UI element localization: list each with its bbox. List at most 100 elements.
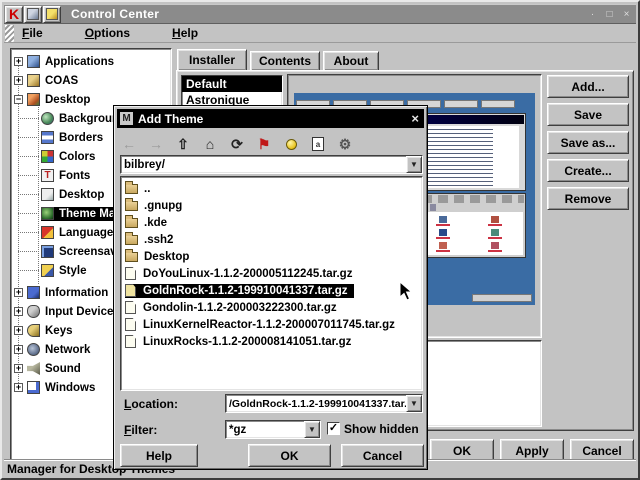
save-as-button[interactable]: Save as... [547,131,629,154]
expand-icon[interactable]: + [14,364,23,373]
keys-icon [27,324,40,337]
expand-icon[interactable]: + [14,345,23,354]
location-combobox[interactable]: /GoldnRock-1.1.2-199910041337.tar.gz ▼ [225,394,423,413]
network-icon [27,343,40,356]
show-hidden-label[interactable]: Show hidden [344,422,419,436]
location-label: Location: [124,397,178,411]
tree-item-applications[interactable]: + Applications [11,52,171,71]
filter-value[interactable]: *gz [226,423,304,437]
sticky-button[interactable] [24,6,42,23]
file-row[interactable]: Desktop [121,248,422,265]
folder-icon [125,235,138,245]
file-row-selected[interactable]: GoldnRock-1.1.2-199910041337.tar.gz [121,282,422,299]
minimize-button[interactable]: · [585,7,600,22]
desktop-icon [27,93,40,106]
dropdown-icon[interactable]: ▼ [304,421,320,438]
borders-icon [41,131,54,144]
file-row[interactable]: DoYouLinux-1.1.2-200005112245.tar.gz [121,265,422,282]
expand-icon[interactable]: + [14,307,23,316]
up-icon[interactable]: ⇧ [174,135,192,153]
theme-list-item[interactable]: Default [182,76,282,92]
file-row[interactable]: Gondolin-1.1.2-200003222300.tar.gz [121,299,422,316]
path-combobox[interactable]: bilbrey/ ▼ [120,155,423,174]
path-value[interactable]: bilbrey/ [121,158,406,172]
coas-icon [27,74,40,87]
menubar-drag-handle[interactable] [5,25,14,42]
tab-contents[interactable]: Contents [250,51,320,70]
windows-icon [27,381,40,394]
filter-combobox[interactable]: *gz ▼ [225,420,321,439]
filter-label: Filter: [124,423,157,437]
input-devices-icon [27,305,40,318]
gear-icon[interactable]: ⚙ [336,135,354,153]
app-icon-button[interactable] [43,6,61,23]
expand-icon[interactable]: + [14,288,23,297]
file-icon [125,318,136,331]
dialog-cancel-button[interactable]: Cancel [341,444,424,467]
close-button[interactable]: × [619,7,634,22]
expand-icon[interactable]: + [14,326,23,335]
home-icon[interactable]: ⌂ [201,135,219,153]
dialog-help-button[interactable]: Help [120,444,198,467]
expand-icon[interactable]: + [14,383,23,392]
expand-icon[interactable]: + [14,57,23,66]
file-row[interactable]: .ssh2 [121,231,422,248]
dialog-titlebar[interactable]: M Add Theme × [117,109,424,128]
add-button[interactable]: Add... [547,75,629,98]
control-center-window: K Control Center · □ × File Options Help… [0,0,640,480]
applications-icon [27,55,40,68]
dropdown-icon[interactable]: ▼ [406,156,422,173]
folder-icon [125,184,138,194]
file-icon [125,267,136,280]
k-menu-button[interactable]: K [5,6,23,23]
save-button[interactable]: Save [547,103,629,126]
menu-help[interactable]: Help [164,24,206,42]
back-icon[interactable]: ← [120,135,138,153]
theme-manager-icon [41,207,54,220]
file-icon [125,284,136,297]
lightbulb-icon[interactable] [282,135,300,153]
file-row[interactable]: LinuxKernelReactor-1.1.2-200007011745.ta… [121,316,422,333]
show-hidden-checkbox[interactable]: ✓ [327,422,340,435]
tab-about[interactable]: About [323,51,379,70]
window-title: Control Center [71,7,159,21]
dialog-title: Add Theme [138,112,203,126]
file-row[interactable]: .kde [121,214,422,231]
dialog-ok-button[interactable]: OK [248,444,331,467]
fonts-icon: T [41,169,54,182]
flag-icon[interactable]: ⚑ [255,135,273,153]
expand-icon[interactable]: + [14,76,23,85]
tree-item-coas[interactable]: + COAS [11,71,171,90]
file-row[interactable]: LinuxRocks-1.1.2-200008141051.tar.gz [121,333,422,350]
collapse-icon[interactable]: − [14,95,23,104]
maximize-button[interactable]: □ [602,7,617,22]
reload-icon[interactable]: ⟳ [228,135,246,153]
folder-icon [125,218,138,228]
create-button[interactable]: Create... [547,159,629,182]
remove-button[interactable]: Remove [547,187,629,210]
forward-icon[interactable]: → [147,135,165,153]
tab-installer[interactable]: Installer [177,49,247,70]
sticky-icon [27,8,39,20]
menu-options[interactable]: Options [77,24,138,42]
k-logo-icon: K [9,6,19,22]
preview-panel-strip [472,294,532,302]
preview-icon[interactable]: a [309,135,327,153]
dialog-close-button[interactable]: × [409,111,421,126]
mouse-cursor [399,281,413,301]
folder-icon [125,201,138,211]
colors-icon [41,150,54,163]
screensaver-icon [41,245,54,258]
dropdown-icon[interactable]: ▼ [406,395,422,412]
file-row[interactable]: .gnupg [121,197,422,214]
file-row[interactable]: .. [121,180,422,197]
menu-file[interactable]: File [14,24,51,42]
desktop-page-icon [41,188,54,201]
titlebar[interactable]: K Control Center · □ × [4,4,636,24]
language-icon [41,226,54,239]
dialog-toolbar: ← → ⇧ ⌂ ⟳ ⚑ a ⚙ [120,132,354,156]
file-list: .. .gnupg .kde .ssh2 Desktop DoYouLinux-… [120,176,423,391]
file-icon [125,301,136,314]
sound-icon [27,362,40,375]
location-value[interactable]: /GoldnRock-1.1.2-199910041337.tar.gz [226,397,406,411]
